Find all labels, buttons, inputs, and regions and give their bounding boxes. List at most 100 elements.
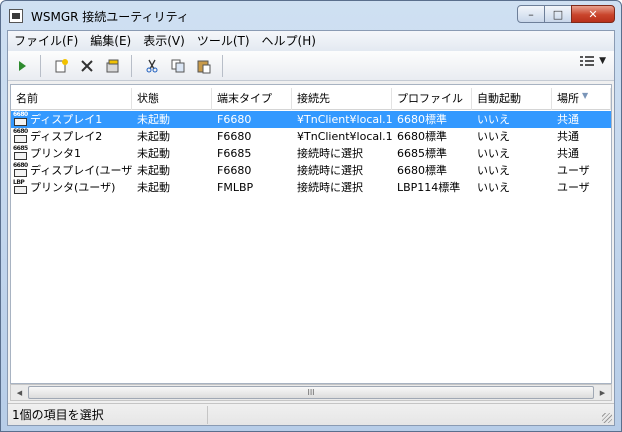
terminal-icon-body — [14, 186, 27, 194]
row-name: LBP プリンタ(ユーザ) — [11, 179, 132, 196]
maximize-button[interactable]: □ — [544, 5, 572, 23]
new-button[interactable] — [49, 54, 73, 78]
new-icon — [55, 58, 68, 72]
column-header-location[interactable]: 場所 ▼ — [552, 88, 611, 110]
row-profile: 6680標準 — [397, 113, 447, 126]
client-area: ファイル(F) 編集(E) 表示(V) ツール(T) ヘルプ(H) ▼ 名前 状… — [7, 30, 615, 426]
start-button[interactable] — [10, 54, 34, 78]
terminal-icon-label: 6680 — [13, 128, 28, 135]
terminal-icon: 6680 — [13, 162, 29, 178]
properties-button[interactable] — [101, 54, 125, 78]
table-row[interactable]: 6685 プリンタ1 未起動 F6685 接続時に選択 6685標準 いいえ 共通 — [11, 145, 611, 162]
row-profile: 6685標準 — [397, 147, 447, 160]
table-row[interactable]: 6680 ディスプレイ(ユーザ) 未起動 F6680 接続時に選択 6680標準 いいえ ユー… — [11, 162, 611, 179]
row-status: 未起動 — [137, 181, 170, 194]
menu-file[interactable]: ファイル(F) — [8, 31, 84, 51]
row-status: 未起動 — [137, 147, 170, 160]
row-destination: 接続時に選択 — [297, 147, 363, 160]
row-autostart: いいえ — [477, 113, 510, 126]
caption-buttons: – □ ✕ — [517, 5, 615, 23]
terminal-icon-body — [14, 135, 27, 143]
row-terminal: F6685 — [217, 147, 252, 160]
scroll-left-icon[interactable]: ◀ — [11, 385, 28, 400]
row-destination: ¥TnClient¥local.1 — [297, 130, 392, 143]
row-terminal: F6680 — [217, 113, 252, 126]
terminal-icon-label: 6680 — [13, 111, 28, 118]
row-name-label: プリンタ(ユーザ) — [30, 181, 116, 194]
cut-icon — [146, 59, 158, 72]
row-location: ユーザ — [557, 181, 590, 194]
copy-button[interactable] — [166, 54, 190, 78]
row-name: 6680 ディスプレイ(ユーザ) — [11, 162, 132, 179]
connection-list[interactable]: 名前 状態 端末タイプ 接続先 プロファイル 自動起動 場所 ▼ 6680 ディス… — [10, 84, 612, 384]
row-autostart: いいえ — [477, 147, 510, 160]
delete-icon — [81, 59, 93, 72]
terminal-icon-body — [14, 169, 27, 177]
row-destination: ¥TnClient¥local.1 — [297, 113, 392, 126]
paste-icon — [197, 60, 211, 73]
table-row[interactable]: LBP プリンタ(ユーザ) 未起動 FMLBP 接続時に選択 LBP114標準 いいえ ユーザ — [11, 179, 611, 196]
row-location: 共通 — [557, 130, 579, 143]
row-status: 未起動 — [137, 164, 170, 177]
row-autostart: いいえ — [477, 130, 510, 143]
view-list-icon — [580, 56, 595, 66]
row-name: 6680 ディスプレイ1 — [11, 111, 132, 128]
close-button[interactable]: ✕ — [571, 5, 615, 23]
column-header-destination[interactable]: 接続先 — [292, 88, 392, 110]
application-window: WSMGR 接続ユーティリティ – □ ✕ ファイル(F) 編集(E) 表示(V… — [0, 0, 622, 432]
terminal-icon-body — [14, 152, 27, 160]
row-location: 共通 — [557, 113, 579, 126]
row-name-label: ディスプレイ2 — [30, 130, 103, 143]
row-destination: 接続時に選択 — [297, 181, 363, 194]
status-text: 1個の項目を選択 — [8, 405, 208, 424]
terminal-icon-label: 6680 — [13, 162, 28, 169]
table-row[interactable]: 6680 ディスプレイ1 未起動 F6680 ¥TnClient¥local.1 6680… — [11, 111, 611, 128]
scroll-right-icon[interactable]: ▶ — [594, 385, 611, 400]
menu-view[interactable]: 表示(V) — [137, 31, 191, 51]
row-name-label: ディスプレイ1 — [30, 113, 103, 126]
toolbar-separator — [131, 54, 132, 77]
row-destination: 接続時に選択 — [297, 164, 363, 177]
terminal-icon: 6680 — [13, 111, 29, 127]
terminal-icon-label: LBP — [13, 179, 25, 186]
resize-grip-icon[interactable] — [602, 413, 612, 423]
list-rows: 6680 ディスプレイ1 未起動 F6680 ¥TnClient¥local.1 6680… — [11, 111, 611, 196]
row-autostart: いいえ — [477, 164, 510, 177]
title-bar[interactable]: WSMGR 接続ユーティリティ – □ ✕ — [1, 1, 621, 30]
paste-button[interactable] — [192, 54, 216, 78]
column-header-terminal[interactable]: 端末タイプ — [212, 88, 292, 110]
copy-icon — [171, 59, 185, 72]
row-name: 6680 ディスプレイ2 — [11, 128, 132, 145]
terminal-icon-body — [14, 118, 27, 126]
column-header-row: 名前 状態 端末タイプ 接続先 プロファイル 自動起動 場所 ▼ — [11, 88, 611, 110]
status-bar: 1個の項目を選択 — [8, 403, 614, 425]
view-mode-button[interactable]: ▼ — [579, 54, 606, 68]
app-icon[interactable] — [9, 9, 23, 23]
column-header-name[interactable]: 名前 — [11, 88, 132, 110]
column-header-status[interactable]: 状態 — [132, 88, 212, 110]
row-name: 6685 プリンタ1 — [11, 145, 132, 162]
menu-help[interactable]: ヘルプ(H) — [256, 31, 322, 51]
row-name-label: ディスプレイ(ユーザ) — [30, 164, 132, 177]
delete-button[interactable] — [75, 54, 99, 78]
menu-edit[interactable]: 編集(E) — [84, 31, 137, 51]
menu-tools[interactable]: ツール(T) — [191, 31, 256, 51]
column-header-location-label: 場所 — [557, 92, 579, 105]
horizontal-scrollbar[interactable]: ◀ III ▶ — [10, 384, 612, 401]
row-profile: 6680標準 — [397, 130, 447, 143]
terminal-icon: 6680 — [13, 128, 29, 144]
play-icon — [19, 60, 26, 71]
column-header-autostart[interactable]: 自動起動 — [472, 88, 552, 110]
minimize-button[interactable]: – — [517, 5, 545, 23]
row-terminal: F6680 — [217, 130, 252, 143]
menu-bar: ファイル(F) 編集(E) 表示(V) ツール(T) ヘルプ(H) — [8, 31, 614, 51]
terminal-icon: LBP — [13, 179, 29, 195]
sort-arrow-icon: ▼ — [582, 91, 589, 100]
row-status: 未起動 — [137, 130, 170, 143]
cut-button[interactable] — [140, 54, 164, 78]
column-header-profile[interactable]: プロファイル — [392, 88, 472, 110]
table-row[interactable]: 6680 ディスプレイ2 未起動 F6680 ¥TnClient¥local.1 6680… — [11, 128, 611, 145]
scrollbar-thumb[interactable]: III — [28, 386, 594, 399]
toolbar-separator — [40, 54, 41, 77]
chevron-down-icon[interactable]: ▼ — [599, 56, 606, 66]
